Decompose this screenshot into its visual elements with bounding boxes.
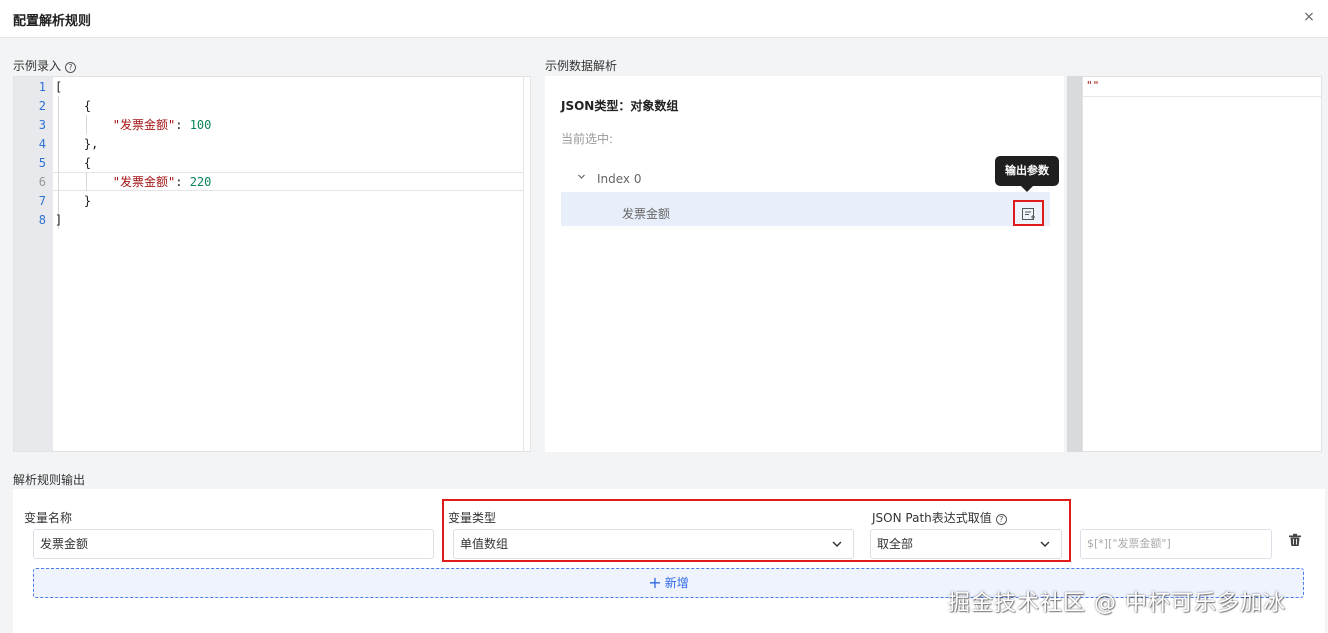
json-type-label: JSON类型：对象数组 [561,99,679,113]
line-number: 3 [38,118,46,132]
parse-tree-panel: JSON类型：对象数组 当前选中: Index 0 发票金额 输出参数 [545,76,1064,452]
current-selected-label: 当前选中: [561,132,614,146]
panel-splitter[interactable] [1067,76,1082,452]
output-param-tooltip: 输出参数 [995,156,1059,192]
line-number: 7 [38,194,46,208]
close-icon[interactable]: × [1302,10,1316,24]
line-number-gutter: 1 2 3 4 5 6 7 8 [14,77,53,451]
output-param-button[interactable] [1013,200,1044,226]
help-icon[interactable]: ? [65,62,77,73]
dialog-header: 配置解析规则 × [0,0,1328,38]
expression-value-input[interactable]: $[*]["发票金额"] [1080,529,1272,559]
sample-parse-label: 示例数据解析 [545,59,618,73]
dialog-title: 配置解析规则 [13,14,92,29]
line-number: 2 [38,99,46,113]
chevron-down-icon[interactable] [577,172,586,184]
code-line: [ [55,80,63,94]
code-line: "发票金额": 100 [112,118,212,132]
line-number: 5 [38,156,46,170]
code-line: }, [55,137,99,151]
editor-scrollbar[interactable] [523,77,530,451]
plus-icon: + [648,573,662,592]
highlight-box [442,499,1071,562]
tree-node-label: 发票金额 [622,207,671,221]
code-line: ] [55,213,63,227]
code-line: { [55,99,92,113]
var-name-label: 变量名称 [24,511,73,525]
output-param-icon [1022,208,1035,220]
var-name-input[interactable]: 发票金额 [33,529,434,559]
watermark: 掘金技术社区 @ 中杯可乐多加冰 [948,591,1286,616]
tree-node-index-0[interactable]: Index 0 [597,172,641,186]
line-number: 6 [38,175,46,189]
sample-input-label: 示例录入? [13,57,77,74]
line-number: 4 [38,137,46,151]
code-line: } [55,194,92,208]
parse-result-text: "" [1083,79,1321,97]
tree-node-selected[interactable]: 发票金额 [561,192,1050,226]
rules-output-label: 解析规则输出 [13,473,86,487]
code-line: { [55,156,92,170]
json-code-editor[interactable]: 1 2 3 4 5 6 7 8 [ { "发票金额": 100 }, { "发票… [13,76,531,452]
parse-result-panel: "" [1082,76,1322,452]
code-line: "发票金额": 220 [112,175,212,189]
line-number: 1 [38,80,46,94]
line-number: 8 [38,213,46,227]
trash-icon[interactable] [1288,533,1304,549]
